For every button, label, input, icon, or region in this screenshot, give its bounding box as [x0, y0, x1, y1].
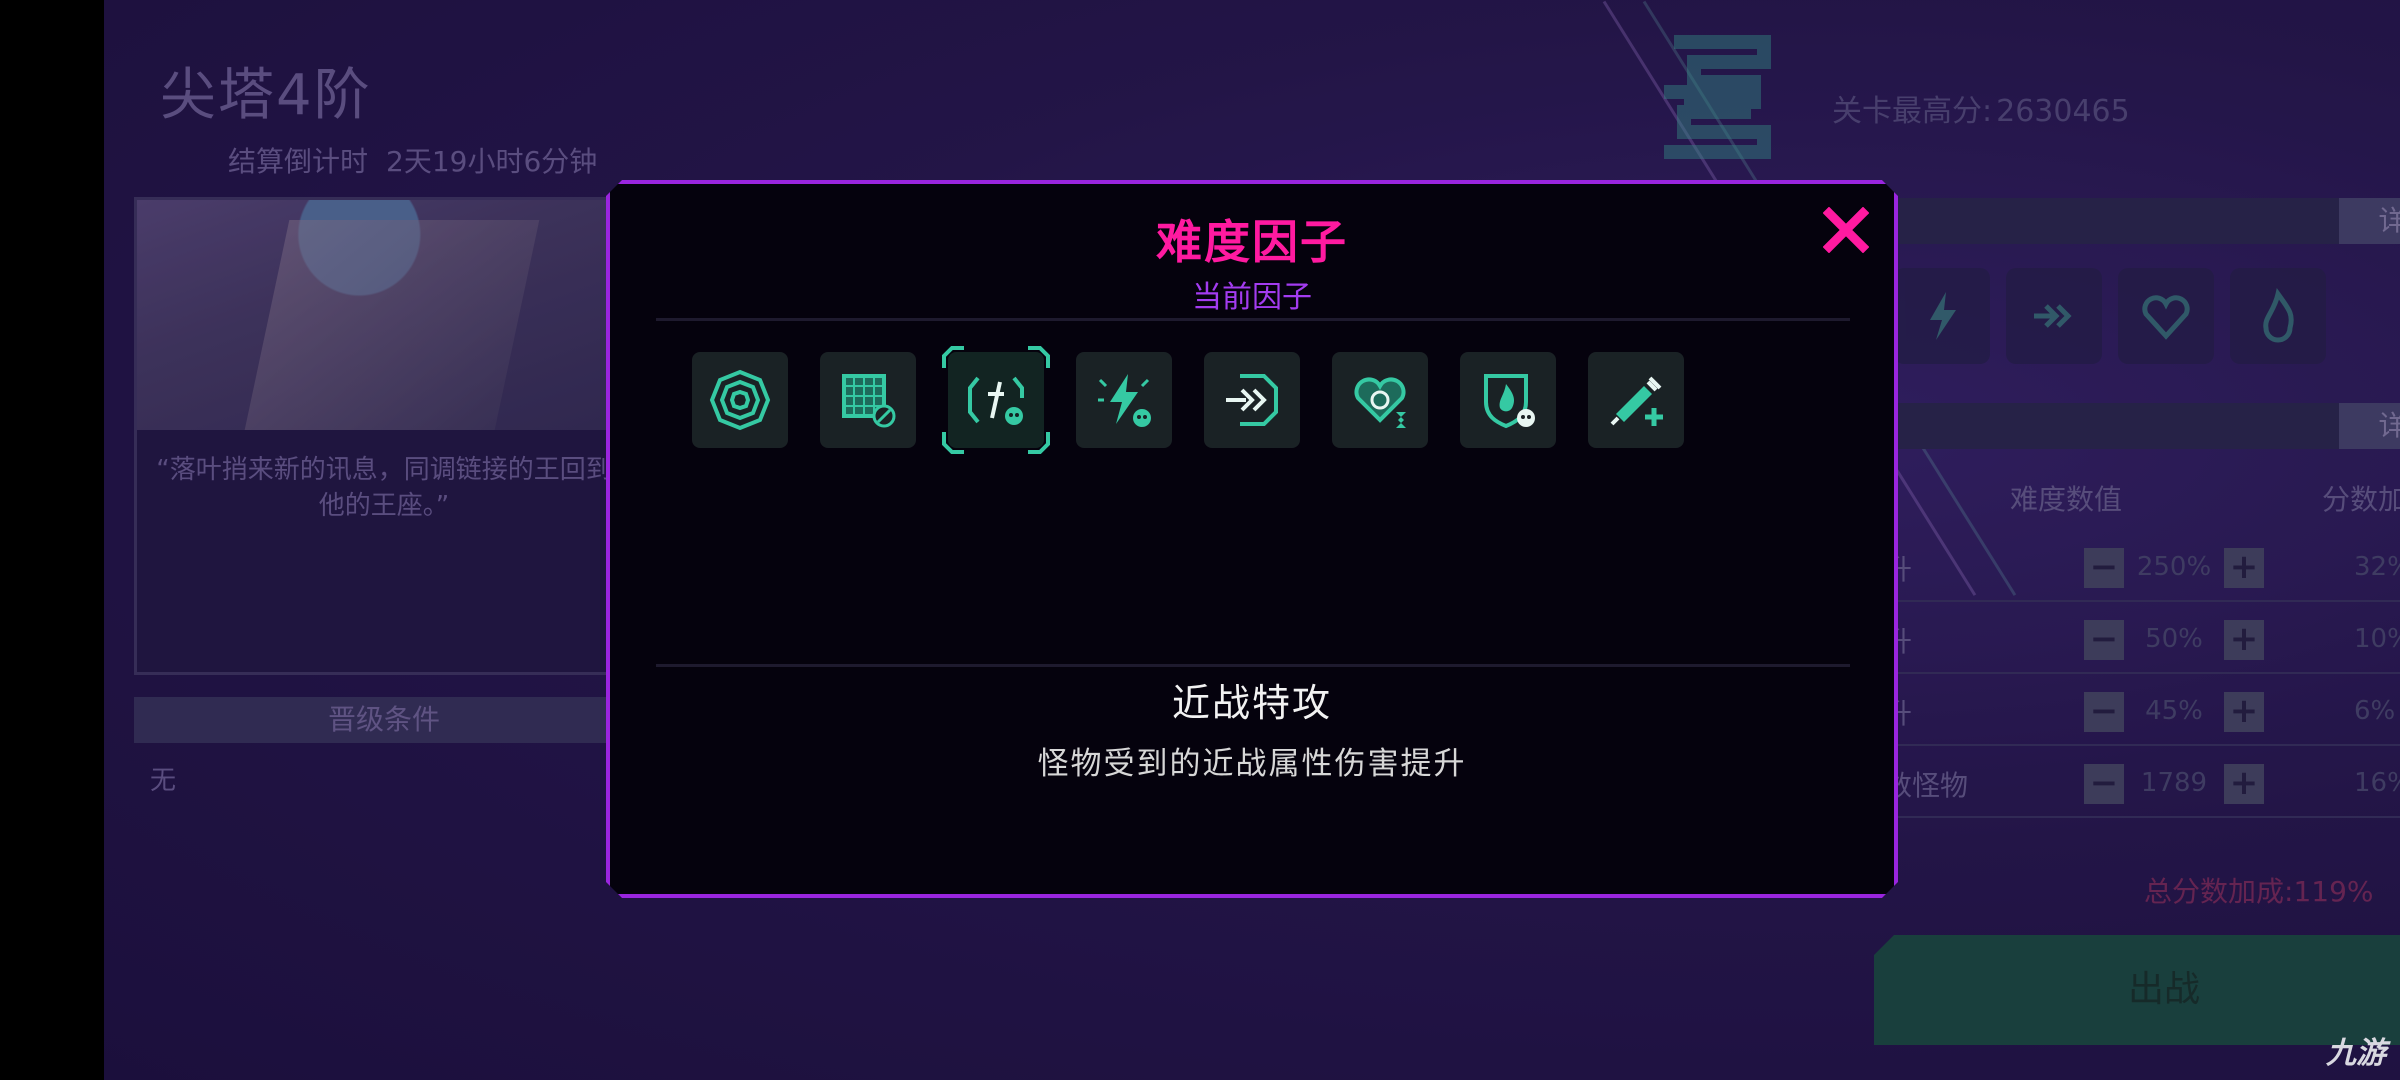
dialog-subtitle: 当前因子: [1192, 280, 1312, 315]
syringe-plus-icon: [1604, 368, 1668, 432]
factor-icon-row: [692, 352, 1684, 448]
watermark-logo: 九游: [2326, 1036, 2386, 1071]
factor-slot-selected[interactable]: [948, 352, 1044, 448]
melee-skull-icon: [964, 368, 1028, 432]
selected-factor-name: 近战特攻: [1171, 681, 1332, 725]
close-button[interactable]: [1820, 204, 1872, 256]
factor-slot[interactable]: [1332, 352, 1428, 448]
difficulty-factor-dialog: 难度因子 当前因子 近战特攻 怪物受到的近战属性伤害提升: [606, 180, 1898, 898]
dash-arrows-icon: [1220, 368, 1284, 432]
factor-slot[interactable]: [1588, 352, 1684, 448]
factor-slot[interactable]: [692, 352, 788, 448]
factor-slot[interactable]: [820, 352, 916, 448]
factor-slot[interactable]: [1204, 352, 1300, 448]
fire-shield-skull-icon: [1476, 368, 1540, 432]
heart-hourglass-icon: [1348, 368, 1412, 432]
factor-slot[interactable]: [1460, 352, 1556, 448]
factor-slot[interactable]: [1076, 352, 1172, 448]
grid-block-icon: [836, 368, 900, 432]
selected-factor-description: 怪物受到的近战属性伤害提升: [1037, 746, 1467, 782]
close-icon: [1823, 207, 1869, 253]
concentric-target-icon: [708, 368, 772, 432]
dialog-divider: [656, 318, 1850, 321]
dialog-title: 难度因子: [1156, 215, 1348, 269]
lightning-skull-icon: [1092, 368, 1156, 432]
dialog-divider: [656, 664, 1850, 667]
